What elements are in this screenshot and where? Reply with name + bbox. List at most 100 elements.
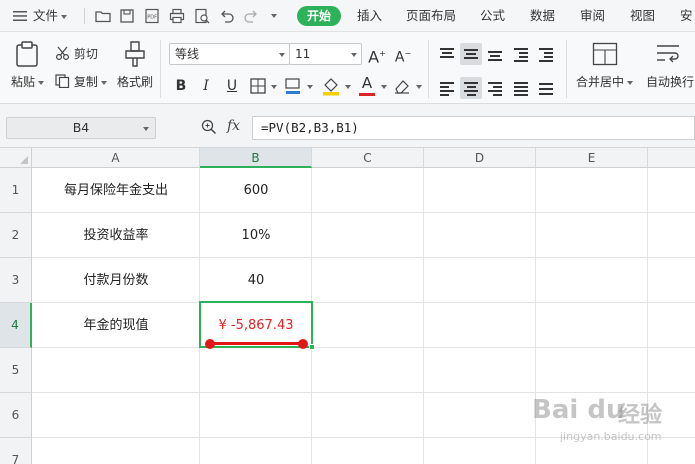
tab-page-layout[interactable]: 页面布局 <box>406 0 456 32</box>
font-color-glyph: A <box>361 74 373 92</box>
export-pdf-icon[interactable]: PDF <box>144 8 160 24</box>
hamburger-menu-icon[interactable] <box>12 8 28 24</box>
cell-b1[interactable]: 600 <box>200 168 312 213</box>
watermark-url: jingyan.baidu.com <box>560 430 662 443</box>
copy-label: 复制 <box>73 75 98 89</box>
chevron-down-icon[interactable] <box>416 85 422 89</box>
chevron-down-icon[interactable] <box>307 85 313 89</box>
menu-bar: 文件 PDF 开始 插入 页面布局 公式 数据 审阅 视图 安 <box>0 0 695 32</box>
font-size-select[interactable]: 11 <box>289 43 362 65</box>
file-menu[interactable]: 文件 <box>33 0 68 32</box>
tab-data[interactable]: 数据 <box>530 0 555 32</box>
increase-indent-button[interactable] <box>535 43 557 65</box>
align-right-button[interactable] <box>484 77 506 99</box>
cell-b3[interactable]: 40 <box>200 258 312 303</box>
align-bottom-button[interactable] <box>484 43 506 65</box>
chevron-down-icon[interactable] <box>381 85 387 89</box>
clear-format-icon[interactable] <box>393 77 411 95</box>
fill-handle[interactable] <box>309 344 315 350</box>
merge-center-icon[interactable] <box>592 42 618 66</box>
paste-button[interactable]: 粘贴 <box>11 73 45 90</box>
print-icon[interactable] <box>169 8 185 24</box>
decrease-indent-button[interactable] <box>510 43 532 65</box>
tab-security[interactable]: 安 <box>680 0 693 32</box>
zoom-function-icon[interactable] <box>201 119 217 135</box>
row-header-5[interactable]: 5 <box>0 348 32 393</box>
insert-function-button[interactable]: fx <box>227 118 240 134</box>
row-header-7[interactable]: 7 <box>0 438 32 464</box>
font-size-value: 11 <box>295 47 311 61</box>
tab-view[interactable]: 视图 <box>630 0 655 32</box>
divider <box>428 40 429 98</box>
bold-button[interactable]: B <box>170 75 192 97</box>
open-folder-icon[interactable] <box>95 8 111 24</box>
borders-icon[interactable] <box>250 78 266 94</box>
ribbon-toolbar: 粘贴 剪切 复制 格式刷 等线 11 A+ A− B I U A 合并居中 自动… <box>0 32 695 104</box>
decrease-font-size-icon[interactable]: A− <box>392 43 414 66</box>
chevron-down-icon <box>279 53 285 57</box>
svg-text:PDF: PDF <box>147 15 157 21</box>
tab-home[interactable]: 开始 <box>297 6 341 26</box>
cell-a4[interactable]: 年金的现值 <box>32 303 200 348</box>
row-header-4[interactable]: 4 <box>0 303 32 348</box>
print-preview-icon[interactable] <box>194 8 210 24</box>
chevron-down-icon[interactable] <box>345 85 351 89</box>
fill-color-icon[interactable] <box>322 76 340 96</box>
row-header-1[interactable]: 1 <box>0 168 32 213</box>
format-painter-icon[interactable] <box>123 40 147 68</box>
tab-review[interactable]: 审阅 <box>580 0 605 32</box>
column-header-d[interactable]: D <box>424 148 536 168</box>
column-header-b[interactable]: B <box>200 148 312 168</box>
column-header-e[interactable]: E <box>536 148 648 168</box>
name-box[interactable]: B4 <box>6 117 156 139</box>
row-header-6[interactable]: 6 <box>0 393 32 438</box>
font-name-select[interactable]: 等线 <box>169 43 290 65</box>
chevron-down-icon <box>100 80 107 85</box>
annotation-underline <box>210 342 303 345</box>
tab-formulas[interactable]: 公式 <box>480 0 505 32</box>
chevron-down-icon[interactable] <box>271 85 277 89</box>
redo-icon[interactable] <box>243 8 259 24</box>
align-top-button[interactable] <box>436 43 458 65</box>
row-header-2[interactable]: 2 <box>0 213 32 258</box>
save-icon[interactable] <box>119 8 135 24</box>
wrap-text-icon[interactable] <box>655 42 681 66</box>
align-left-button[interactable] <box>436 77 458 99</box>
cell-a1[interactable]: 每月保险年金支出 <box>32 168 200 213</box>
formula-input[interactable]: =PV(B2,B3,B1) <box>252 116 695 140</box>
column-header-f[interactable] <box>648 148 695 168</box>
cell-b2[interactable]: 10% <box>200 213 312 258</box>
increase-font-size-icon[interactable]: A+ <box>366 43 388 66</box>
distributed-align-button[interactable] <box>535 77 557 99</box>
undo-icon[interactable] <box>219 8 235 24</box>
row-header-3[interactable]: 3 <box>0 258 32 303</box>
chevron-down-icon <box>61 14 68 19</box>
divider <box>566 40 567 98</box>
column-header-a[interactable]: A <box>32 148 200 168</box>
underline-button[interactable]: U <box>221 75 243 97</box>
cell-style-icon[interactable] <box>284 77 302 95</box>
font-color-button[interactable]: A <box>356 72 378 96</box>
cell-a3[interactable]: 付款月份数 <box>32 258 200 303</box>
italic-button[interactable]: I <box>195 75 217 97</box>
tab-insert[interactable]: 插入 <box>357 0 382 32</box>
align-middle-button[interactable] <box>460 43 482 65</box>
cut-button[interactable]: 剪切 <box>55 45 98 62</box>
merge-center-button[interactable]: 合并居中 <box>576 73 634 90</box>
wrap-text-button[interactable]: 自动换行 <box>646 73 694 90</box>
align-center-button[interactable] <box>460 77 482 99</box>
select-all-corner[interactable] <box>0 148 32 168</box>
column-header-c[interactable]: C <box>312 148 424 168</box>
copy-button[interactable]: 复制 <box>55 73 107 90</box>
spreadsheet-grid: A B C D E 1 2 3 4 5 6 7 每月保险年金支出 600 投资收… <box>0 148 695 464</box>
paste-icon[interactable] <box>14 40 40 68</box>
selection-border <box>199 301 313 348</box>
justify-button[interactable] <box>510 77 532 99</box>
format-painter-button[interactable]: 格式刷 <box>117 73 153 90</box>
cell-a2[interactable]: 投资收益率 <box>32 213 200 258</box>
chevron-down-icon[interactable] <box>271 14 277 18</box>
name-box-value: B4 <box>72 120 90 135</box>
merge-center-label: 合并居中 <box>576 75 625 89</box>
scissors-icon <box>55 46 70 61</box>
chevron-down-icon <box>143 127 149 131</box>
